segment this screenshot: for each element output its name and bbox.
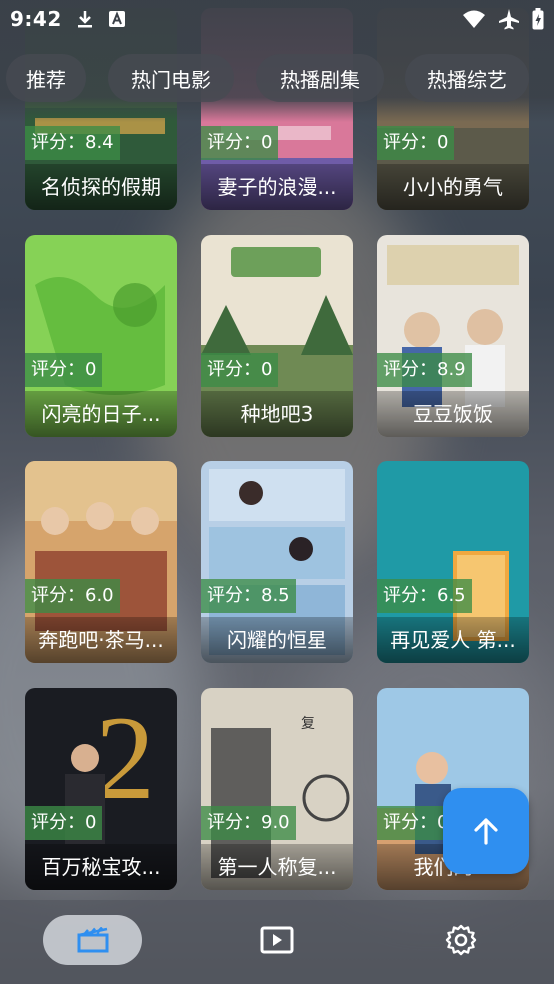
card-title: 豆豆饭饭 — [377, 391, 529, 437]
status-bar: 9:42 — [0, 0, 554, 38]
rating-badge: 评分：0 — [201, 353, 279, 387]
rating-badge: 评分：0 — [25, 353, 103, 387]
battery-icon — [532, 8, 544, 30]
rating-badge: 评分：0 — [25, 806, 103, 840]
clock: 9:42 — [10, 7, 62, 31]
tab-recommend[interactable]: 推荐 — [6, 54, 86, 102]
nav-play-button[interactable] — [257, 920, 297, 960]
card-title: 名侦探的假期 — [25, 164, 177, 210]
download-icon — [77, 11, 92, 28]
rating-badge: 评分：9.0 — [201, 806, 296, 840]
rating-badge: 评分：0 — [377, 126, 455, 160]
airplane-icon — [499, 9, 519, 30]
media-card[interactable]: 复 评分：9.0 第一人称复... — [201, 688, 353, 890]
rating-badge: 评分：8.9 — [377, 353, 472, 387]
card-title: 种地吧3 — [201, 391, 353, 437]
card-title: 闪亮的日子... — [25, 391, 177, 437]
card-title: 小小的勇气 — [377, 164, 529, 210]
rating-badge: 评分：0 — [201, 126, 279, 160]
card-title: 再见爱人 第... — [377, 617, 529, 663]
nav-settings-button[interactable] — [441, 920, 481, 960]
card-title: 百万秘宝攻... — [25, 844, 177, 890]
nav-movies-button[interactable] — [43, 915, 142, 965]
media-card[interactable]: 评分：6.0 奔跑吧·茶马... — [25, 461, 177, 663]
media-card[interactable]: 评分：0 种地吧3 — [201, 235, 353, 437]
card-title: 奔跑吧·茶马... — [25, 617, 177, 663]
category-tabs: 推荐 热门电影 热播剧集 热播综艺 — [0, 52, 554, 106]
tab-hot-series[interactable]: 热播剧集 — [256, 54, 384, 102]
rating-badge: 评分：6.0 — [25, 579, 120, 613]
content-grid[interactable]: 评分：8.4 名侦探的假期 评分：0 妻子的浪漫... 评分：0 小小的勇气 评… — [0, 0, 554, 900]
play-icon — [260, 926, 294, 954]
wifi-icon — [463, 10, 485, 28]
tab-hot-variety[interactable]: 热播综艺 — [405, 54, 529, 102]
settings-icon — [445, 924, 477, 956]
rating-badge: 评分：6.5 — [377, 579, 472, 613]
rating-badge: 评分：8.4 — [25, 126, 120, 160]
tab-hot-movies[interactable]: 热门电影 — [108, 54, 234, 102]
media-card[interactable]: 评分：0 闪亮的日子... — [25, 235, 177, 437]
media-card[interactable]: 评分：8.5 闪耀的恒星 — [201, 461, 353, 663]
svg-text:复: 复 — [301, 715, 315, 732]
movie-icon — [77, 927, 108, 953]
media-card[interactable]: 评分：6.5 再见爱人 第... — [377, 461, 529, 663]
media-card[interactable]: 2 评分：0 百万秘宝攻... — [25, 688, 177, 890]
rating-badge: 评分：8.5 — [201, 579, 296, 613]
card-title: 妻子的浪漫... — [201, 164, 353, 210]
bottom-navigation — [0, 900, 554, 984]
card-title: 第一人称复... — [201, 844, 353, 890]
media-card[interactable]: 评分：8.9 豆豆饭饭 — [377, 235, 529, 437]
notification-a-icon — [108, 11, 125, 27]
card-title: 闪耀的恒星 — [201, 617, 353, 663]
arrow-up-icon — [474, 818, 498, 845]
scroll-to-top-button[interactable] — [443, 788, 529, 874]
